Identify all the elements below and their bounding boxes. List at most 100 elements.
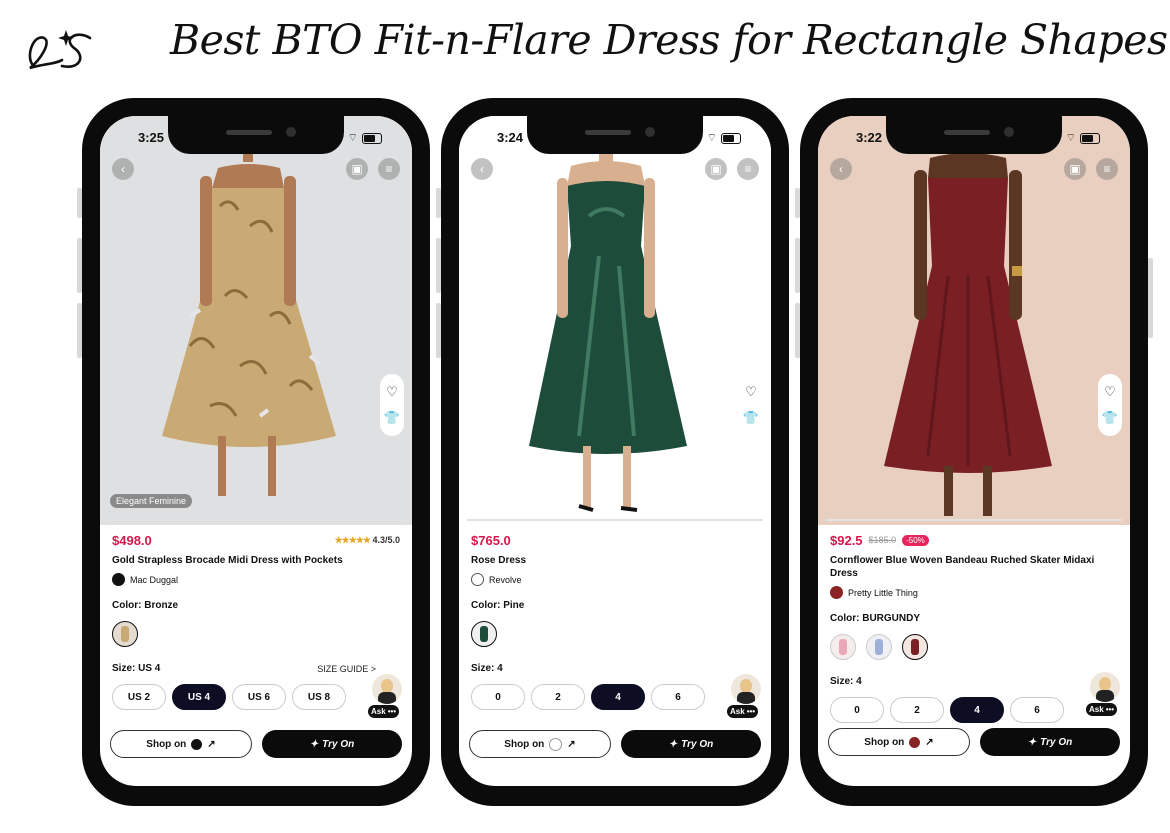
shop-label: Shop on [504,738,545,750]
shop-on-button[interactable]: Shop on ↗ [469,730,611,758]
brand-logo-icon [830,586,843,599]
product-info: $92.5 $185.0 -50% Cornflower Blue Woven … [830,530,1118,723]
dress-illustration [100,116,412,525]
image-pager [826,519,1122,521]
battery-icon [1080,132,1100,144]
color-label: Color: Bronze [112,600,179,611]
battery-icon [721,132,741,144]
more-icon: ••• [387,707,397,716]
edit-list-icon[interactable]: ≡ [1096,158,1118,180]
color-swatch-pine[interactable] [471,621,497,647]
shop-label: Shop on [146,738,187,750]
ask-assistant[interactable]: Ask ••• [727,674,765,718]
fav-panel: ♡ 👕 [739,374,763,436]
shop-on-button[interactable]: Shop on ↗ [828,728,970,756]
size-option[interactable]: US 6 [232,684,286,710]
color-swatch-burgundy[interactable] [902,634,928,660]
wifi-icon: ⌔ [706,132,717,144]
gallery-icon[interactable]: ▣ [1064,158,1086,180]
side-button [436,188,441,218]
tshirt-icon[interactable]: 👕 [1102,410,1118,426]
back-button[interactable]: ‹ [471,158,493,180]
battery-icon [362,132,382,144]
product-photo [459,116,771,525]
phone-3: 3:22 ⌔ ‹ ▣ ≡ ♡ � [795,98,1153,806]
brand-name[interactable]: Mac Duggal [130,575,178,585]
dress-illustration [818,116,1130,525]
color-swatch-blue[interactable] [866,634,892,660]
status-icons: ⌔ [707,131,741,145]
discount-badge: -50% [902,534,929,546]
shop-on-button[interactable]: Shop on ↗ [110,730,252,758]
try-on-label: Try On [1040,736,1073,748]
sparkle-icon: ✦ [309,738,319,750]
ask-assistant[interactable]: Ask ••• [1086,672,1124,716]
size-option[interactable]: US 2 [112,684,166,710]
size-option-selected[interactable]: US 4 [172,684,226,710]
heart-icon[interactable]: ♡ [386,384,398,400]
bottom-bar: Shop on ↗ ✦ Try On [110,730,402,758]
tshirt-icon[interactable]: 👕 [743,410,759,426]
gallery-icon[interactable]: ▣ [705,158,727,180]
try-on-button[interactable]: ✦ Try On [262,730,402,758]
color-swatch-bronze[interactable] [112,621,138,647]
more-icon: ••• [1105,705,1115,714]
rating: ★★★★★ 4.3/5.0 [335,535,400,546]
bottom-bar: Shop on ↗ ✦ Try On [469,730,761,758]
brand-name[interactable]: Revolve [489,575,522,585]
side-button [1148,258,1153,338]
ls-logo [28,30,92,70]
more-icon: ••• [746,707,756,716]
price: $498.0 [112,532,152,548]
side-button [436,238,441,293]
brand-logo-icon [112,573,125,586]
fav-panel: ♡ 👕 [380,374,404,436]
size-option[interactable]: US 8 [292,684,346,710]
image-pager [467,519,763,521]
heart-icon[interactable]: ♡ [1104,384,1116,400]
store-logo-icon [191,738,203,750]
bottom-bar: Shop on ↗ ✦ Try On [828,728,1120,756]
size-option-selected[interactable]: 4 [591,684,645,710]
side-button [77,238,82,293]
shop-label: Shop on [864,736,905,748]
size-label: Size: 4 [471,663,503,674]
edit-list-icon[interactable]: ≡ [737,158,759,180]
back-button[interactable]: ‹ [830,158,852,180]
color-label: Color: BURGUNDY [830,613,920,624]
image-pager [108,519,404,521]
size-option[interactable]: 6 [651,684,705,710]
phone-1: 3:25 ⌔ ‹ ▣ ≡ ♡ � [77,98,430,806]
status-time: 3:25 [138,130,165,145]
notch [527,116,703,154]
heart-icon[interactable]: ♡ [745,384,757,400]
arrow-icon: ↗ [207,738,216,750]
size-option[interactable]: 6 [1010,697,1064,723]
size-option-selected[interactable]: 4 [950,697,1004,723]
phone-screen: 3:22 ⌔ ‹ ▣ ≡ ♡ � [818,116,1130,786]
product-photo [818,116,1130,525]
avatar [1090,672,1120,702]
product-name: Gold Strapless Brocade Midi Dress with P… [112,555,343,566]
gallery-icon[interactable]: ▣ [346,158,368,180]
size-option[interactable]: 2 [531,684,585,710]
sparkle-icon: ✦ [1027,736,1037,748]
size-option[interactable]: 0 [830,697,884,723]
size-option[interactable]: 0 [471,684,525,710]
sparkle-icon: ✦ [668,738,678,750]
status-icons: ⌔ [1066,131,1100,145]
brand-logo-icon [471,573,484,586]
color-swatch-pink[interactable] [830,634,856,660]
ask-assistant[interactable]: Ask ••• [368,674,406,718]
size-label: Size: US 4 [112,663,161,674]
edit-list-icon[interactable]: ≡ [378,158,400,180]
try-on-button[interactable]: ✦ Try On [621,730,761,758]
size-guide-link[interactable]: SIZE GUIDE > [317,664,376,674]
brand-name[interactable]: Pretty Little Thing [848,588,918,598]
price: $92.5 [830,532,863,548]
size-option[interactable]: 2 [890,697,944,723]
phone-screen: 3:25 ⌔ ‹ ▣ ≡ ♡ � [100,116,412,786]
try-on-button[interactable]: ✦ Try On [980,728,1120,756]
tshirt-icon[interactable]: 👕 [384,410,400,426]
back-button[interactable]: ‹ [112,158,134,180]
